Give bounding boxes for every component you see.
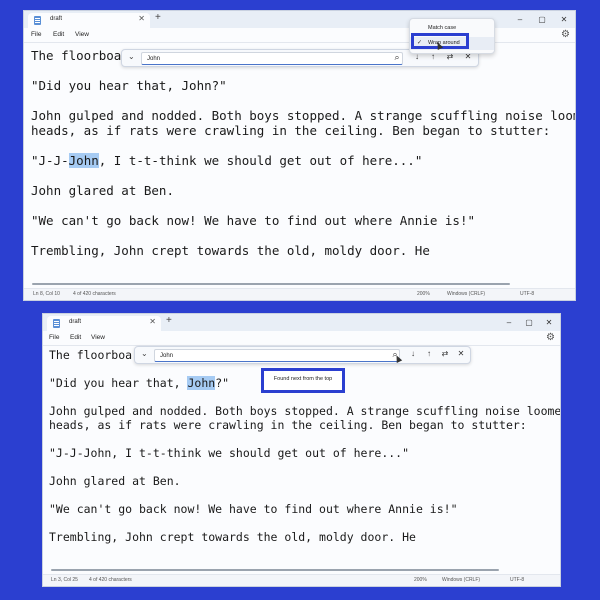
text-span: "Did you hear that,: [49, 376, 188, 390]
title-bar: draft ✕ + – ▢ ✕: [43, 314, 560, 331]
close-window-icon[interactable]: ✕: [553, 11, 575, 28]
cursor-position: Ln 3, Col 25: [51, 577, 78, 583]
expand-replace-chevron-icon[interactable]: ⌄: [128, 52, 135, 61]
find-previous-icon[interactable]: ↑: [423, 349, 435, 358]
status-bar: Ln 3, Col 25 4 of 420 characters 200% Wi…: [43, 574, 560, 586]
doc-line: Trembling, John crept towards the old, m…: [49, 530, 416, 544]
zoom-level: 200%: [414, 577, 427, 583]
encoding: UTF-8: [520, 291, 535, 297]
tab-title: draft: [50, 16, 63, 22]
zoom-level: 200%: [417, 291, 430, 297]
menu-view[interactable]: View: [75, 31, 89, 38]
doc-line: John gulped and nodded. Both boys stoppe…: [31, 108, 576, 123]
highlight-callout-box: [261, 368, 345, 393]
tab-draft[interactable]: draft ✕: [28, 13, 150, 28]
find-input[interactable]: John: [141, 52, 403, 65]
expand-replace-chevron-icon[interactable]: ⌄: [141, 349, 148, 358]
doc-line: "Did you hear that, John?": [31, 78, 227, 93]
doc-line: "We can't go back now! We have to find o…: [31, 213, 476, 228]
search-match-highlight: John: [68, 153, 99, 168]
menu-bar: File Edit View ⚙: [43, 331, 560, 346]
settings-gear-icon[interactable]: ⚙: [546, 332, 555, 343]
menu-edit[interactable]: Edit: [53, 31, 64, 38]
close-tab-icon[interactable]: ✕: [149, 317, 156, 326]
search-options-icon[interactable]: ⇄: [439, 349, 451, 358]
doc-line: heads, as if rats were crawling in the c…: [31, 123, 551, 138]
doc-line: "J-J-John, I t-t-think we should get out…: [31, 153, 422, 168]
doc-line: heads, as if rats were crawling in the c…: [49, 418, 527, 432]
text-span: ?": [215, 376, 230, 390]
find-bar: ⌄ John ⌕ ↓ ↑ ⇄ ✕: [134, 346, 471, 364]
horizontal-scrollbar[interactable]: [32, 283, 510, 285]
document-icon: [53, 319, 60, 328]
doc-line: "We can't go back now! We have to find o…: [49, 502, 458, 516]
character-count: 4 of 420 characters: [89, 577, 132, 583]
new-tab-icon[interactable]: +: [155, 12, 161, 23]
minimize-icon[interactable]: –: [509, 11, 531, 28]
menu-file[interactable]: File: [49, 334, 59, 341]
doc-line: Trembling, John crept towards the old, m…: [31, 243, 430, 258]
doc-line: The floorboar: [49, 348, 140, 362]
close-window-icon[interactable]: ✕: [538, 314, 560, 331]
option-label: Match case: [428, 25, 457, 31]
close-tab-icon[interactable]: ✕: [138, 14, 145, 23]
new-tab-icon[interactable]: +: [166, 315, 172, 326]
document-icon: [34, 16, 41, 25]
menu-edit[interactable]: Edit: [70, 334, 81, 341]
find-input-value: John: [160, 353, 174, 359]
minimize-icon[interactable]: –: [498, 314, 520, 331]
doc-line: John gulped and nodded. Both boys stoppe…: [49, 404, 561, 418]
menu-file[interactable]: File: [31, 31, 41, 38]
status-bar: Ln 8, Col 10 4 of 420 characters 200% Wi…: [24, 288, 575, 300]
find-input[interactable]: John: [154, 349, 400, 362]
text-span: , I t-t-think we should get out of here.…: [98, 153, 423, 168]
doc-line: "Did you hear that, John?": [49, 376, 229, 390]
close-find-icon[interactable]: ✕: [455, 349, 467, 358]
text-editor[interactable]: The floorboar "Did you hear that, John?"…: [24, 43, 575, 288]
doc-line: "J-J-John, I t-t-think we should get out…: [49, 446, 410, 460]
find-next-icon[interactable]: ↓: [407, 349, 419, 358]
cursor-position: Ln 8, Col 10: [33, 291, 60, 297]
find-input-value: John: [147, 56, 161, 62]
tab-draft[interactable]: draft ✕: [47, 316, 161, 331]
doc-line: The floorboar: [31, 48, 129, 63]
search-match-highlight: John: [187, 376, 216, 390]
settings-gear-icon[interactable]: ⚙: [561, 29, 570, 40]
menu-view[interactable]: View: [91, 334, 105, 341]
maximize-icon[interactable]: ▢: [531, 11, 553, 28]
encoding: UTF-8: [510, 577, 525, 583]
notepad-window-top: draft ✕ + – ▢ ✕ File Edit View ⚙ The flo…: [23, 10, 576, 301]
maximize-icon[interactable]: ▢: [518, 314, 540, 331]
tab-title: draft: [69, 319, 82, 325]
text-span: "J-J-: [31, 153, 69, 168]
notepad-window-bottom: draft ✕ + – ▢ ✕ File Edit View ⚙ The flo…: [42, 313, 561, 587]
search-icon[interactable]: ⌕: [391, 52, 403, 63]
horizontal-scrollbar[interactable]: [51, 569, 499, 571]
line-ending: Windows (CRLF): [442, 577, 481, 583]
doc-line: John glared at Ben.: [49, 474, 181, 488]
line-ending: Windows (CRLF): [447, 291, 486, 297]
doc-line: John glared at Ben.: [31, 183, 174, 198]
character-count: 4 of 420 characters: [73, 291, 116, 297]
